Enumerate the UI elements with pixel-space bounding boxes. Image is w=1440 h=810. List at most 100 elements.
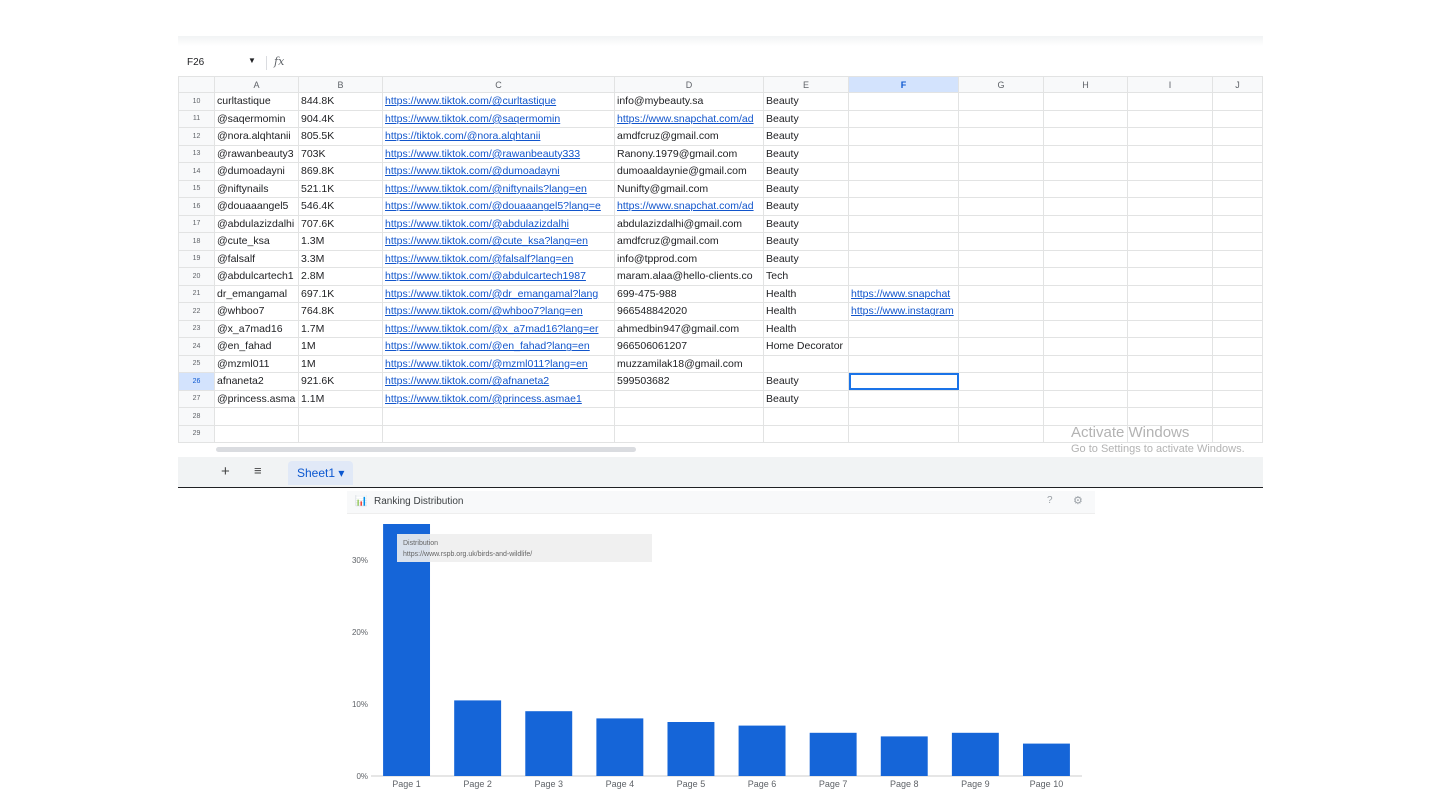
- empty-cell[interactable]: [1127, 127, 1213, 146]
- cell-b[interactable]: [298, 424, 383, 443]
- cell-b[interactable]: 1.7M: [298, 319, 383, 338]
- bar[interactable]: [951, 732, 999, 776]
- bar[interactable]: [525, 711, 573, 776]
- cell-d[interactable]: info@tpprod.com: [614, 249, 764, 268]
- empty-cell[interactable]: [958, 337, 1044, 356]
- cell-a[interactable]: @douaaangel5: [214, 197, 299, 216]
- cell-a[interactable]: @abdulazizdalhi: [214, 214, 299, 233]
- cell-a[interactable]: @falsalf: [214, 249, 299, 268]
- empty-cell[interactable]: [958, 162, 1044, 181]
- cell-e[interactable]: Beauty: [763, 92, 849, 111]
- empty-cell[interactable]: [1212, 354, 1263, 373]
- cell-e[interactable]: Beauty: [763, 389, 849, 408]
- empty-cell[interactable]: [1127, 197, 1213, 216]
- row-number[interactable]: 27: [178, 389, 215, 408]
- empty-cell[interactable]: [958, 354, 1044, 373]
- row-number[interactable]: 13: [178, 144, 215, 163]
- empty-cell[interactable]: [1043, 372, 1128, 391]
- cell-e[interactable]: Beauty: [763, 127, 849, 146]
- cell-a[interactable]: @mzml011: [214, 354, 299, 373]
- cell-c[interactable]: https://www.tiktok.com/@princess.asmae1: [382, 389, 615, 408]
- empty-cell[interactable]: [1212, 144, 1263, 163]
- row-number[interactable]: 29: [178, 424, 215, 443]
- empty-cell[interactable]: [1043, 197, 1128, 216]
- cell-b[interactable]: 1.3M: [298, 232, 383, 251]
- cell-e[interactable]: Health: [763, 302, 849, 321]
- empty-cell[interactable]: [1043, 162, 1128, 181]
- cell-e[interactable]: [763, 407, 849, 426]
- cell-f[interactable]: [848, 214, 959, 233]
- empty-cell[interactable]: [1127, 389, 1213, 408]
- empty-cell[interactable]: [958, 267, 1044, 286]
- cell-c[interactable]: https://tiktok.com/@nora.alqhtanii: [382, 127, 615, 146]
- cell-d[interactable]: abdulazizdalhi@gmail.com: [614, 214, 764, 233]
- empty-cell[interactable]: [1127, 267, 1213, 286]
- row-number[interactable]: 10: [178, 92, 215, 111]
- horizontal-scrollbar[interactable]: [216, 447, 636, 452]
- cell-a[interactable]: dr_emangamal: [214, 284, 299, 303]
- empty-cell[interactable]: [1043, 389, 1128, 408]
- empty-cell[interactable]: [1043, 302, 1128, 321]
- cell-d[interactable]: Nunifty@gmail.com: [614, 179, 764, 198]
- cell-f[interactable]: https://www.instagram: [848, 302, 959, 321]
- cell-c[interactable]: https://www.tiktok.com/@saqermomin: [382, 109, 615, 128]
- empty-cell[interactable]: [1043, 337, 1128, 356]
- column-header-d[interactable]: D: [614, 76, 764, 93]
- column-header-h[interactable]: H: [1043, 76, 1128, 93]
- empty-cell[interactable]: [1212, 267, 1263, 286]
- empty-cell[interactable]: [1043, 319, 1128, 338]
- column-header-e[interactable]: E: [763, 76, 849, 93]
- column-header-c[interactable]: C: [382, 76, 615, 93]
- cell-f[interactable]: [848, 267, 959, 286]
- row-number[interactable]: 17: [178, 214, 215, 233]
- empty-cell[interactable]: [958, 109, 1044, 128]
- cell-e[interactable]: Tech: [763, 267, 849, 286]
- empty-cell[interactable]: [1127, 232, 1213, 251]
- cell-d[interactable]: ahmedbin947@gmail.com: [614, 319, 764, 338]
- cell-d[interactable]: 699-475-988: [614, 284, 764, 303]
- cell-d[interactable]: muzzamilak18@gmail.com: [614, 354, 764, 373]
- empty-cell[interactable]: [1212, 92, 1263, 111]
- empty-cell[interactable]: [1127, 144, 1213, 163]
- bar[interactable]: [596, 718, 644, 776]
- empty-cell[interactable]: [1043, 249, 1128, 268]
- empty-cell[interactable]: [1127, 354, 1213, 373]
- cell-b[interactable]: 2.8M: [298, 267, 383, 286]
- cell-c[interactable]: https://www.tiktok.com/@afnaneta2: [382, 372, 615, 391]
- row-number[interactable]: 24: [178, 337, 215, 356]
- cell-a[interactable]: [214, 424, 299, 443]
- cell-d[interactable]: Ranony.1979@gmail.com: [614, 144, 764, 163]
- cell-a[interactable]: [214, 407, 299, 426]
- column-header-f[interactable]: F: [848, 76, 959, 93]
- column-header-b[interactable]: B: [298, 76, 383, 93]
- name-box[interactable]: F26: [187, 57, 204, 68]
- empty-cell[interactable]: [1212, 407, 1263, 426]
- empty-cell[interactable]: [1127, 109, 1213, 128]
- all-sheets-button[interactable]: ≡: [254, 463, 262, 478]
- empty-cell[interactable]: [1043, 109, 1128, 128]
- bar[interactable]: [1022, 743, 1070, 776]
- empty-cell[interactable]: [1212, 302, 1263, 321]
- cell-f[interactable]: [848, 424, 959, 443]
- cell-a[interactable]: afnaneta2: [214, 372, 299, 391]
- cell-f[interactable]: [848, 109, 959, 128]
- row-number[interactable]: 26: [178, 372, 215, 391]
- cell-b[interactable]: 521.1K: [298, 179, 383, 198]
- cell-f[interactable]: https://www.snapchat: [848, 284, 959, 303]
- empty-cell[interactable]: [1127, 302, 1213, 321]
- cell-d[interactable]: maram.alaa@hello-clients.co: [614, 267, 764, 286]
- name-box-dropdown-icon[interactable]: ▼: [248, 56, 256, 65]
- cell-f[interactable]: [848, 144, 959, 163]
- cell-a[interactable]: curltastique: [214, 92, 299, 111]
- cell-e[interactable]: Beauty: [763, 109, 849, 128]
- column-header-a[interactable]: A: [214, 76, 299, 93]
- help-icon[interactable]: ?: [1047, 495, 1053, 506]
- empty-cell[interactable]: [958, 144, 1044, 163]
- row-number[interactable]: 22: [178, 302, 215, 321]
- cell-d[interactable]: 966506061207: [614, 337, 764, 356]
- row-number[interactable]: 12: [178, 127, 215, 146]
- cell-c[interactable]: https://www.tiktok.com/@falsalf?lang=en: [382, 249, 615, 268]
- cell-c[interactable]: https://www.tiktok.com/@niftynails?lang=…: [382, 179, 615, 198]
- bar[interactable]: [809, 732, 857, 776]
- row-number[interactable]: 20: [178, 267, 215, 286]
